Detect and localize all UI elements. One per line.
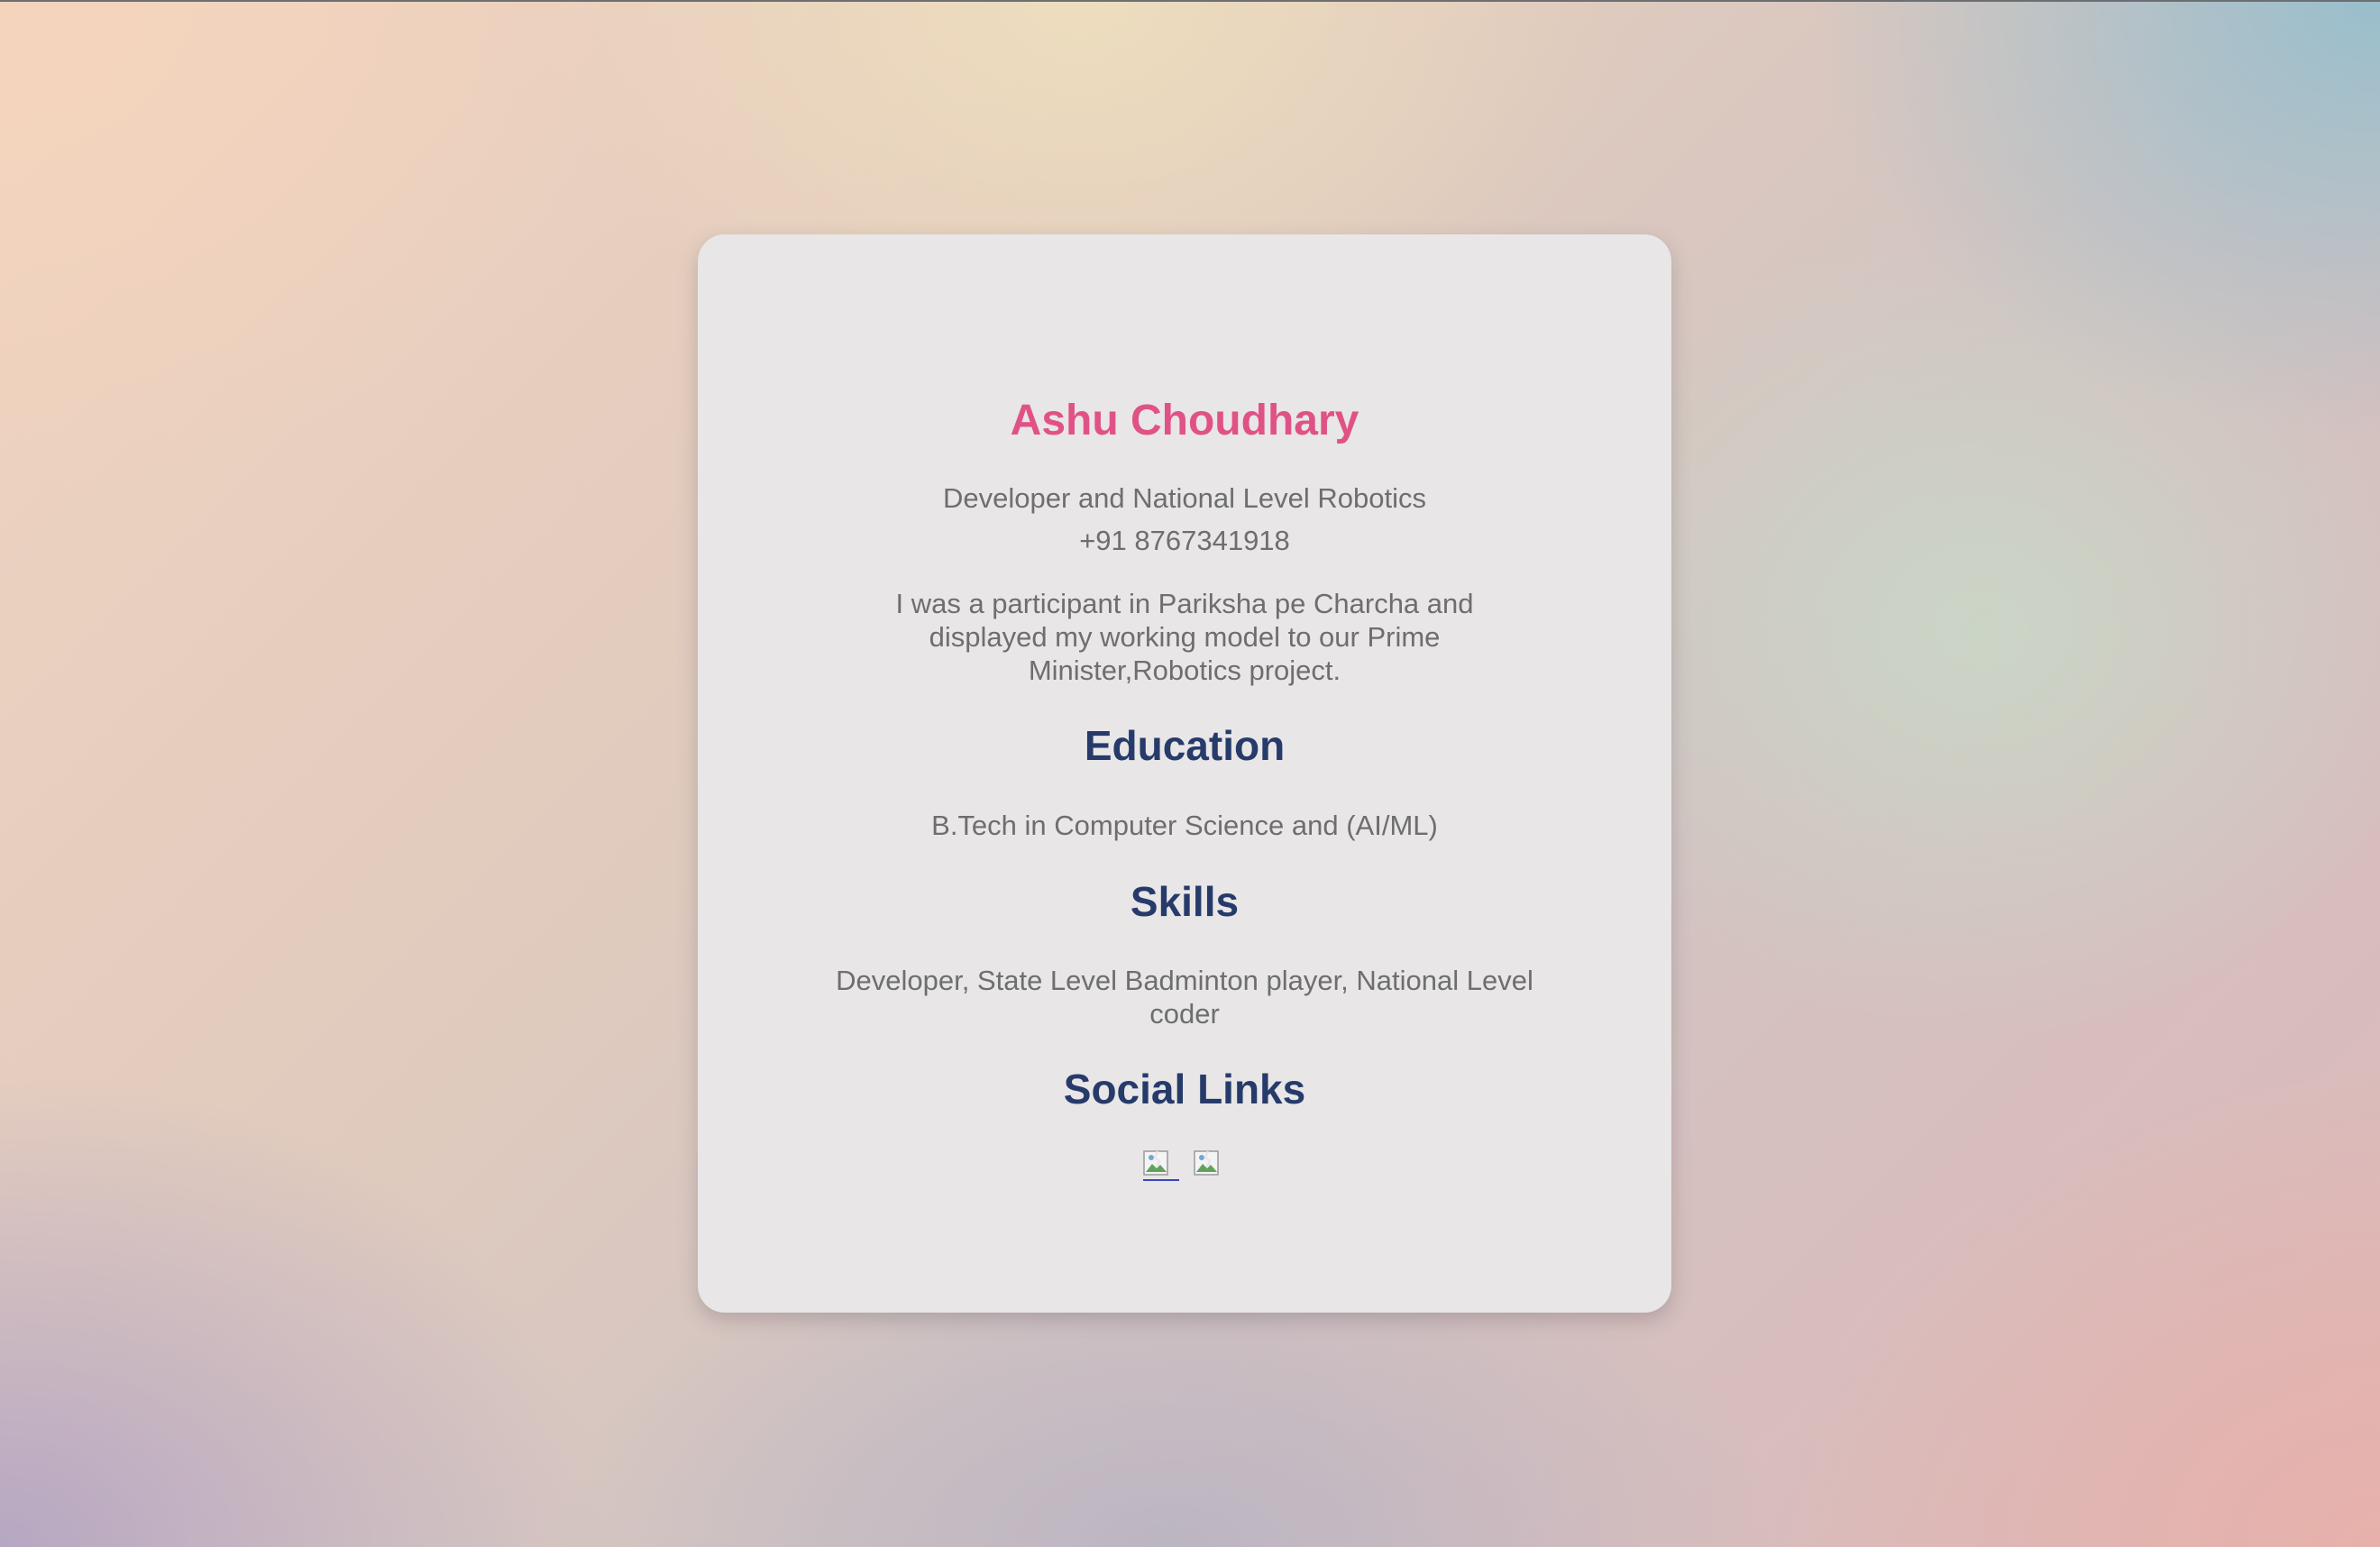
profile-card: Ashu Choudhary Developer and National Le… xyxy=(698,234,1671,1313)
link-underline xyxy=(1142,1179,1179,1181)
social-links-row xyxy=(698,1150,1671,1186)
broken-image-icon xyxy=(1143,1150,1168,1176)
profile-bio: I was a participant in Pariksha pe Charc… xyxy=(895,588,1474,686)
profile-role: Developer and National Level Robotics xyxy=(943,482,1426,514)
profile-phone: +91 8767341918 xyxy=(1079,525,1290,556)
social-link-2[interactable] xyxy=(1194,1150,1226,1181)
profile-name: Ashu Choudhary xyxy=(1010,397,1359,444)
education-text: B.Tech in Computer Science and (AI/ML) xyxy=(931,810,1438,841)
social-link-1[interactable] xyxy=(1142,1150,1179,1181)
broken-image-icon xyxy=(1194,1150,1219,1176)
top-border-line xyxy=(0,0,2380,2)
skills-text: Developer, State Level Badminton player,… xyxy=(836,965,1533,1030)
social-links-heading: Social Links xyxy=(1063,1066,1306,1112)
education-heading: Education xyxy=(1084,722,1286,769)
skills-heading: Skills xyxy=(1130,878,1240,925)
